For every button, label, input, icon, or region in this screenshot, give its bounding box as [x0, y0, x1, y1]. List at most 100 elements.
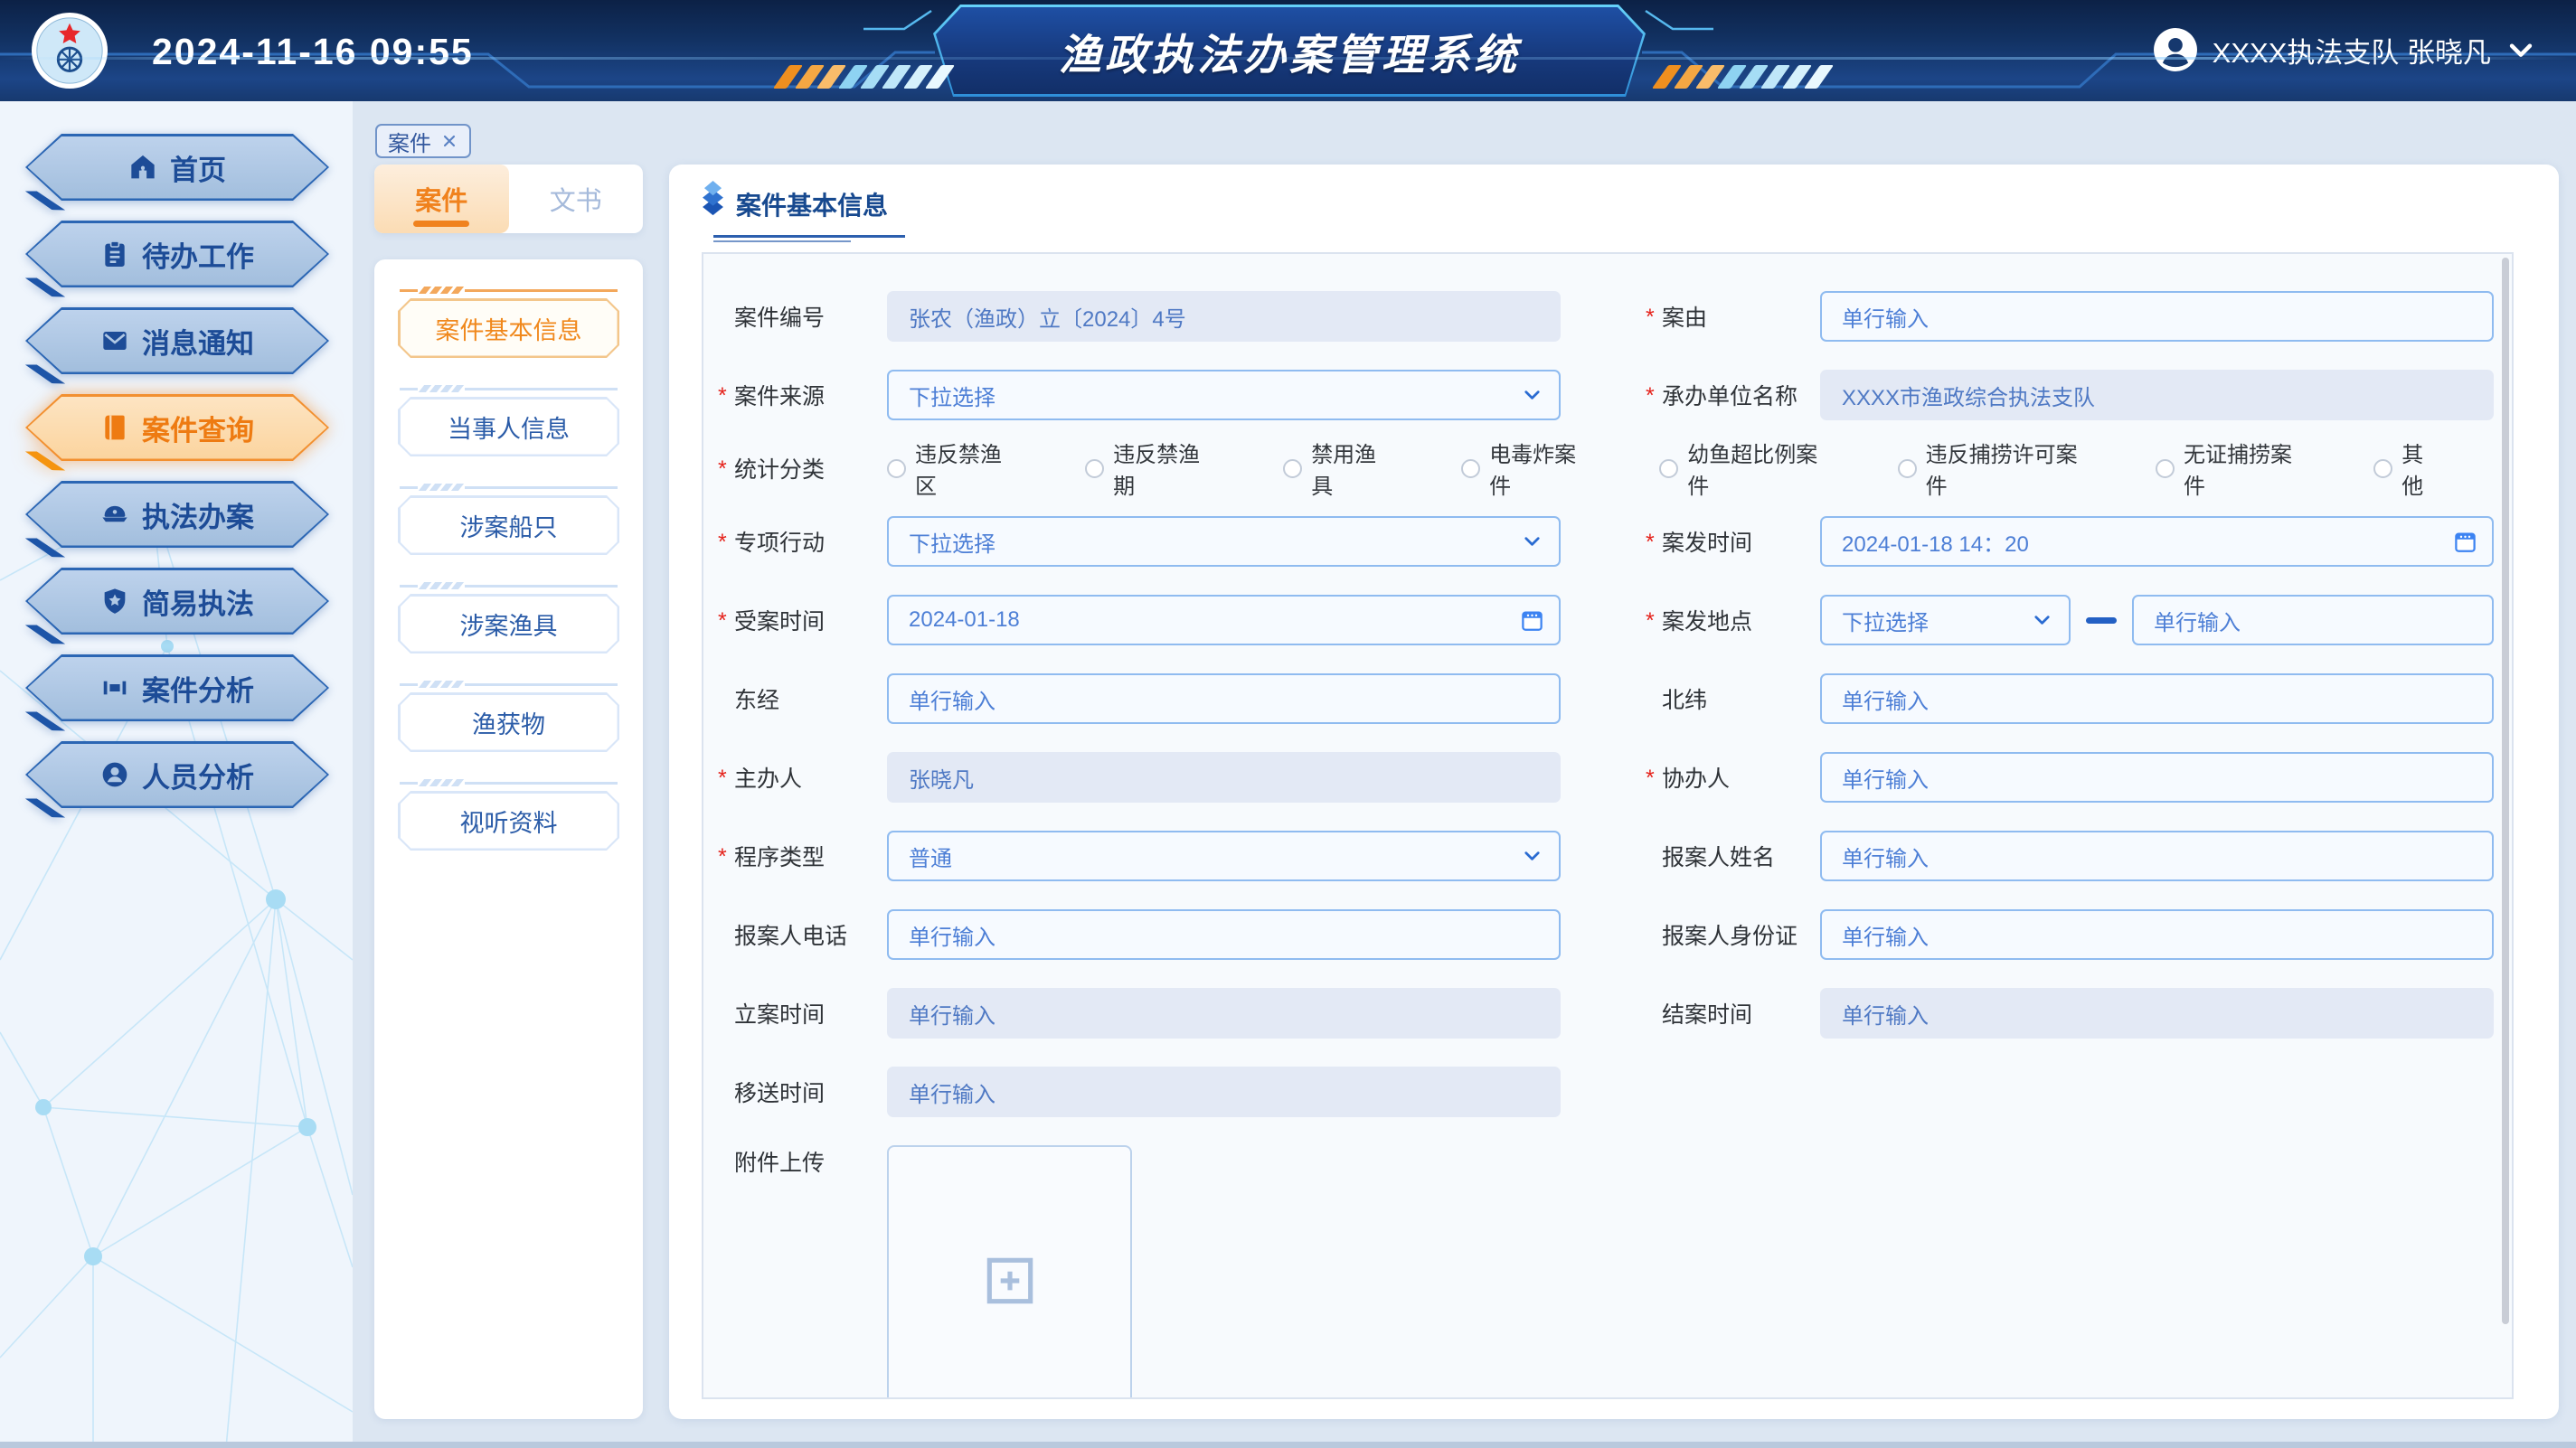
- plus-box-icon: [980, 1251, 1040, 1315]
- app-title: 渔政执法办案管理系统: [1059, 20, 1520, 82]
- radio-option-label: 违反禁渔期: [1113, 437, 1211, 500]
- calendar-icon: [2453, 530, 2477, 554]
- subnav-item-label: 涉案渔具: [460, 606, 558, 642]
- tab-document[interactable]: 文书: [509, 165, 644, 233]
- sidebar-item-label: 案件查询: [142, 408, 254, 448]
- section-title: 案件基本信息: [736, 181, 888, 222]
- field-case-source[interactable]: 下拉选择: [887, 370, 1561, 420]
- form-row-east-longitude: 东经单行输入北纬单行输入: [734, 673, 2512, 724]
- radio-option-label: 其他: [2401, 437, 2439, 500]
- attachment-upload-dropzone[interactable]: [887, 1145, 1132, 1399]
- form-row-chief-handler: 主办人张晓凡协办人单行输入: [734, 752, 2512, 803]
- radio-option-stat-category-3[interactable]: 电毒炸案件: [1461, 437, 1587, 500]
- sidebar-item-label: 案件分析: [142, 668, 254, 709]
- bar-chart-icon: [100, 673, 129, 702]
- subnav-item-decoration: [400, 582, 618, 589]
- field-procedure-type[interactable]: 普通: [887, 831, 1561, 881]
- header-stripe-decoration-right: [1660, 65, 1826, 89]
- sidebar-item-case-search[interactable]: 案件查询: [25, 394, 329, 461]
- page-bottom-strip: [0, 1442, 2576, 1448]
- active-tab-underline: [413, 221, 469, 227]
- sidebar-item-todo-work[interactable]: 待办工作: [25, 221, 329, 287]
- field-reporter-id-card[interactable]: 单行输入: [1820, 909, 2494, 960]
- subnav-item-label: 视听资料: [460, 804, 558, 839]
- tab-case[interactable]: 案件: [374, 165, 509, 233]
- clipboard-icon: [100, 240, 129, 268]
- form-row-transfer-time: 移送时间单行输入: [734, 1067, 2512, 1117]
- case-basic-info-form: 案件编号张农（渔政）立〔2024〕4号案由单行输入案件来源下拉选择承办单位名称X…: [702, 252, 2514, 1399]
- field-north-latitude[interactable]: 单行输入: [1820, 673, 2494, 724]
- user-name-label: XXXX执法支队 张晓凡: [2213, 30, 2491, 71]
- sidebar-item-personnel-analysis[interactable]: 人员分析: [25, 741, 329, 808]
- subnav-item-case-basic-info[interactable]: 案件基本信息: [398, 287, 619, 358]
- sidebar-item-case-analysis[interactable]: 案件分析: [25, 654, 329, 721]
- sidebar-item-home[interactable]: 首页: [25, 134, 329, 201]
- radio-option-stat-category-4[interactable]: 幼鱼超比例案件: [1659, 437, 1825, 500]
- app-header: 2024-11-16 09:55 渔政执法办案管理系统 XXXX执法支队 张晓凡: [0, 0, 2576, 101]
- radio-circle-icon: [887, 459, 906, 478]
- field-reporter-phone[interactable]: 单行输入: [887, 909, 1561, 960]
- form-row-reporter-phone: 报案人电话单行输入报案人身份证单行输入: [734, 909, 2512, 960]
- field-special-action[interactable]: 下拉选择: [887, 516, 1561, 567]
- field-incident-location-select[interactable]: 下拉选择: [1820, 595, 2071, 645]
- sidebar-item-label: 简易执法: [142, 581, 254, 622]
- field-label-attachment-upload: 附件上传: [734, 1145, 887, 1178]
- radio-option-stat-category-6[interactable]: 无证捕捞案件: [2156, 437, 2301, 500]
- radio-option-stat-category-2[interactable]: 禁用渔具: [1283, 437, 1389, 500]
- form-row-procedure-type: 程序类型普通报案人姓名单行输入: [734, 831, 2512, 881]
- mail-icon: [100, 326, 129, 355]
- field-cause-of-case[interactable]: 单行输入: [1820, 291, 2494, 342]
- sidebar-item-notifications[interactable]: 消息通知: [25, 307, 329, 374]
- sidebar-menu: 首页待办工作消息通知案件查询执法办案简易执法案件分析人员分析: [25, 134, 329, 828]
- subnav-item-label: 案件基本信息: [436, 311, 582, 346]
- open-tab-chip-label: 案件: [388, 126, 431, 157]
- user-menu[interactable]: XXXX执法支队 张晓凡: [2153, 27, 2536, 72]
- sidebar-item-simple-enforcement[interactable]: 简易执法: [25, 568, 329, 635]
- diamond-stack-icon: [701, 181, 725, 221]
- close-icon[interactable]: [440, 132, 458, 150]
- field-label-cause-of-case: 案由: [1662, 300, 1820, 333]
- field-acceptance-time[interactable]: 2024-01-18: [887, 595, 1561, 645]
- field-transfer-time: 单行输入: [887, 1067, 1561, 1117]
- field-reporter-name[interactable]: 单行输入: [1820, 831, 2494, 881]
- form-scrollbar[interactable]: [2502, 258, 2509, 1324]
- subnav-item-involved-vessel[interactable]: 涉案船只: [398, 484, 619, 555]
- sidebar-item-law-enforcement-case[interactable]: 执法办案: [25, 481, 329, 548]
- book-icon: [100, 413, 129, 442]
- open-tab-chip[interactable]: 案件: [375, 124, 471, 158]
- field-label-closing-time: 结案时间: [1662, 997, 1820, 1030]
- radio-option-stat-category-7[interactable]: 其他: [2373, 437, 2439, 500]
- field-label-transfer-time: 移送时间: [734, 1076, 887, 1108]
- radio-circle-icon: [1659, 459, 1678, 478]
- subnav-item-involved-fishing-gear[interactable]: 涉案渔具: [398, 582, 619, 653]
- police-cap-icon: [100, 500, 129, 529]
- section-title-underline: [713, 235, 905, 238]
- field-label-acceptance-time: 受案时间: [734, 604, 887, 636]
- subnav-item-label: 渔获物: [472, 705, 545, 740]
- radio-option-stat-category-0[interactable]: 违反禁渔区: [887, 437, 1013, 500]
- field-incident-time[interactable]: 2024-01-18 14：20: [1820, 516, 2494, 567]
- chevron-down-icon: [2030, 608, 2054, 633]
- field-east-longitude[interactable]: 单行输入: [887, 673, 1561, 724]
- radio-circle-icon: [2373, 459, 2392, 478]
- radio-option-stat-category-1[interactable]: 违反禁渔期: [1085, 437, 1211, 500]
- field-chief-handler: 张晓凡: [887, 752, 1561, 803]
- app: 2024-11-16 09:55 渔政执法办案管理系统 XXXX执法支队 张晓凡: [0, 0, 2576, 1448]
- radio-option-label: 禁用渔具: [1311, 437, 1389, 500]
- radio-circle-icon: [1461, 459, 1480, 478]
- subnav-item-label: 当事人信息: [448, 409, 570, 445]
- radio-circle-icon: [1283, 459, 1302, 478]
- field-handling-unit-name: XXXX市渔政综合执法支队: [1820, 370, 2494, 420]
- field-label-co-handler: 协办人: [1662, 761, 1820, 794]
- radio-option-stat-category-5[interactable]: 违反捕捞许可案件: [1898, 437, 2083, 500]
- field-co-handler[interactable]: 单行输入: [1820, 752, 2494, 803]
- subnav-item-party-info[interactable]: 当事人信息: [398, 385, 619, 456]
- field-incident-location-detail-input[interactable]: 单行输入: [2132, 595, 2494, 645]
- form-row-acceptance-time: 受案时间2024-01-18案发地点下拉选择单行输入: [734, 595, 2512, 645]
- field-label-case-number: 案件编号: [734, 300, 887, 333]
- field-label-reporter-name: 报案人姓名: [1662, 840, 1820, 872]
- radio-option-label: 无证捕捞案件: [2184, 437, 2301, 500]
- subnav-item-catch[interactable]: 渔获物: [398, 681, 619, 752]
- subnav-item-label: 涉案船只: [460, 508, 558, 543]
- subnav-item-audio-visual-material[interactable]: 视听资料: [398, 779, 619, 851]
